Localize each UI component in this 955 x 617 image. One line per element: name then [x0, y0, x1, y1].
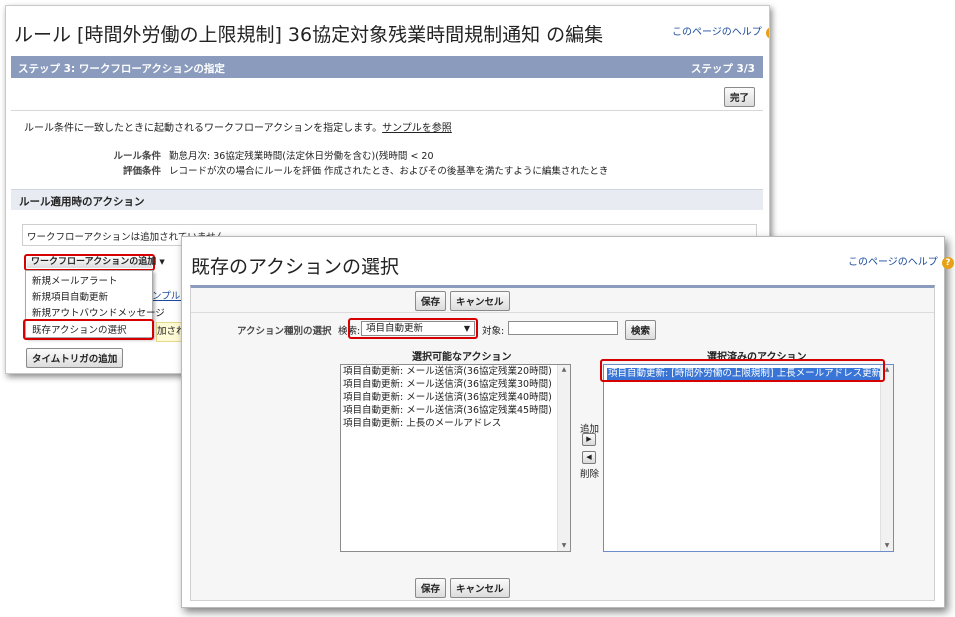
question-icon: ? [765, 27, 769, 39]
cancel-button-top[interactable]: キャンセル [450, 291, 510, 311]
sample-link[interactable]: サンプルを参照 [382, 123, 452, 134]
evaluation-value: レコードが次の場合にルールを評価 作成されたとき、およびその後基準を満たすように… [169, 166, 609, 177]
highlight-box [348, 318, 478, 339]
question-icon: ? [941, 257, 954, 269]
remove-label: 削除 [580, 469, 600, 480]
cancel-button-bottom[interactable]: キャンセル [450, 578, 510, 598]
list-item[interactable]: 項目自動更新: メール送信済(36協定残業20時間) [341, 365, 570, 378]
step-header: ステップ 3: ワークフローアクションの指定 ステップ 3/3 [11, 56, 763, 78]
arrow-left-icon: ◀ [586, 453, 592, 461]
action-type-label: アクション種別の選択 [237, 326, 332, 337]
help-link[interactable]: このページのヘルプ? [672, 23, 769, 39]
list-item[interactable]: 項目自動更新: メール送信済(36協定残業30時間) [341, 378, 570, 391]
menu-item-new-field-update[interactable]: 新規項目自動更新 [32, 289, 108, 303]
step-title: ステップ 3: ワークフローアクションの指定 [18, 63, 225, 75]
arrow-right-icon: ▶ [586, 435, 592, 443]
dialog-title: 既存のアクションの選択 [191, 256, 400, 278]
description-text: ルール条件に一致したときに起動されるワークフローアクションを指定します。 [24, 123, 383, 134]
add-workflow-action-label[interactable]: ワークフローアクションの追加 ▼ [27, 257, 165, 268]
caret-down-icon: ▼ [159, 258, 165, 266]
rule-condition-label: ルール条件 [113, 151, 161, 162]
save-button-top[interactable]: 保存 [415, 291, 447, 311]
save-button-bottom[interactable]: 保存 [415, 578, 447, 598]
step-description: ルール条件に一致したときに起動されるワークフローアクションを指定します。サンプル… [24, 119, 452, 134]
list-item[interactable]: 項目自動更新: メール送信済(36協定残業40時間) [341, 391, 570, 404]
list-item[interactable]: 項目自動更新: メール送信済(36協定残業45時間) [341, 404, 570, 417]
scroll-down-icon[interactable]: ▼ [881, 541, 893, 551]
section-title: ルール適用時のアクション [19, 196, 145, 208]
scrollbar[interactable]: ▲ ▼ [557, 365, 570, 551]
add-workflow-action-text: ワークフローアクションの追加 [31, 257, 157, 267]
section-header: ルール適用時のアクション [11, 189, 763, 210]
highlight-box [23, 319, 154, 340]
select-existing-action-dialog: 既存のアクションの選択 このページのヘルプ? 保存 キャンセル アクション種別の… [181, 236, 954, 608]
scroll-down-icon[interactable]: ▼ [558, 541, 570, 551]
divider [191, 312, 934, 313]
target-input[interactable] [508, 321, 618, 335]
available-actions-heading: 選択可能なアクション [412, 352, 512, 363]
evaluation-label: 評価条件 [122, 166, 161, 177]
selected-actions-list[interactable]: 項目自動更新: [時間外労働の上限規制] 上長メールアドレス更新 ▲ ▼ [603, 364, 894, 552]
scrollbar[interactable]: ▲ ▼ [880, 365, 893, 551]
menu-item-new-email-alert[interactable]: 新規メールアラート [32, 273, 118, 287]
available-actions-list[interactable]: 項目自動更新: メール送信済(36協定残業20時間) 項目自動更新: メール送信… [340, 364, 571, 552]
divider [11, 110, 763, 111]
page-title: ルール [時間外労働の上限規制] 36協定対象残業時間規制通知 の編集 [14, 24, 604, 46]
target-label: 対象: [482, 326, 505, 337]
move-right-button[interactable]: ▶ [582, 433, 596, 446]
search-button[interactable]: 検索 [625, 320, 657, 340]
list-item[interactable]: 項目自動更新: 上長のメールアドレス [341, 417, 570, 430]
rule-condition-value: 勤怠月次: 36協定残業時間(法定休日労働を含む)(残時間 < 20 [169, 151, 434, 162]
scroll-up-icon[interactable]: ▲ [558, 365, 570, 375]
add-time-trigger-button[interactable]: タイムトリガの追加 [26, 348, 124, 368]
step-counter: ステップ 3/3 [690, 63, 755, 75]
highlight-box [600, 359, 885, 382]
move-left-button[interactable]: ◀ [582, 451, 596, 464]
dialog-help-link[interactable]: このページのヘルプ? [848, 253, 954, 269]
done-button[interactable]: 完了 [724, 87, 756, 107]
menu-item-new-outbound-message[interactable]: 新規アウトバウンドメッセージ [32, 305, 165, 319]
help-link-label[interactable]: このページのヘルプ [672, 27, 762, 38]
dialog-help-label[interactable]: このページのヘルプ [848, 257, 938, 268]
add-workflow-action-button[interactable]: ワークフローアクションの追加 ▼ [24, 254, 165, 271]
